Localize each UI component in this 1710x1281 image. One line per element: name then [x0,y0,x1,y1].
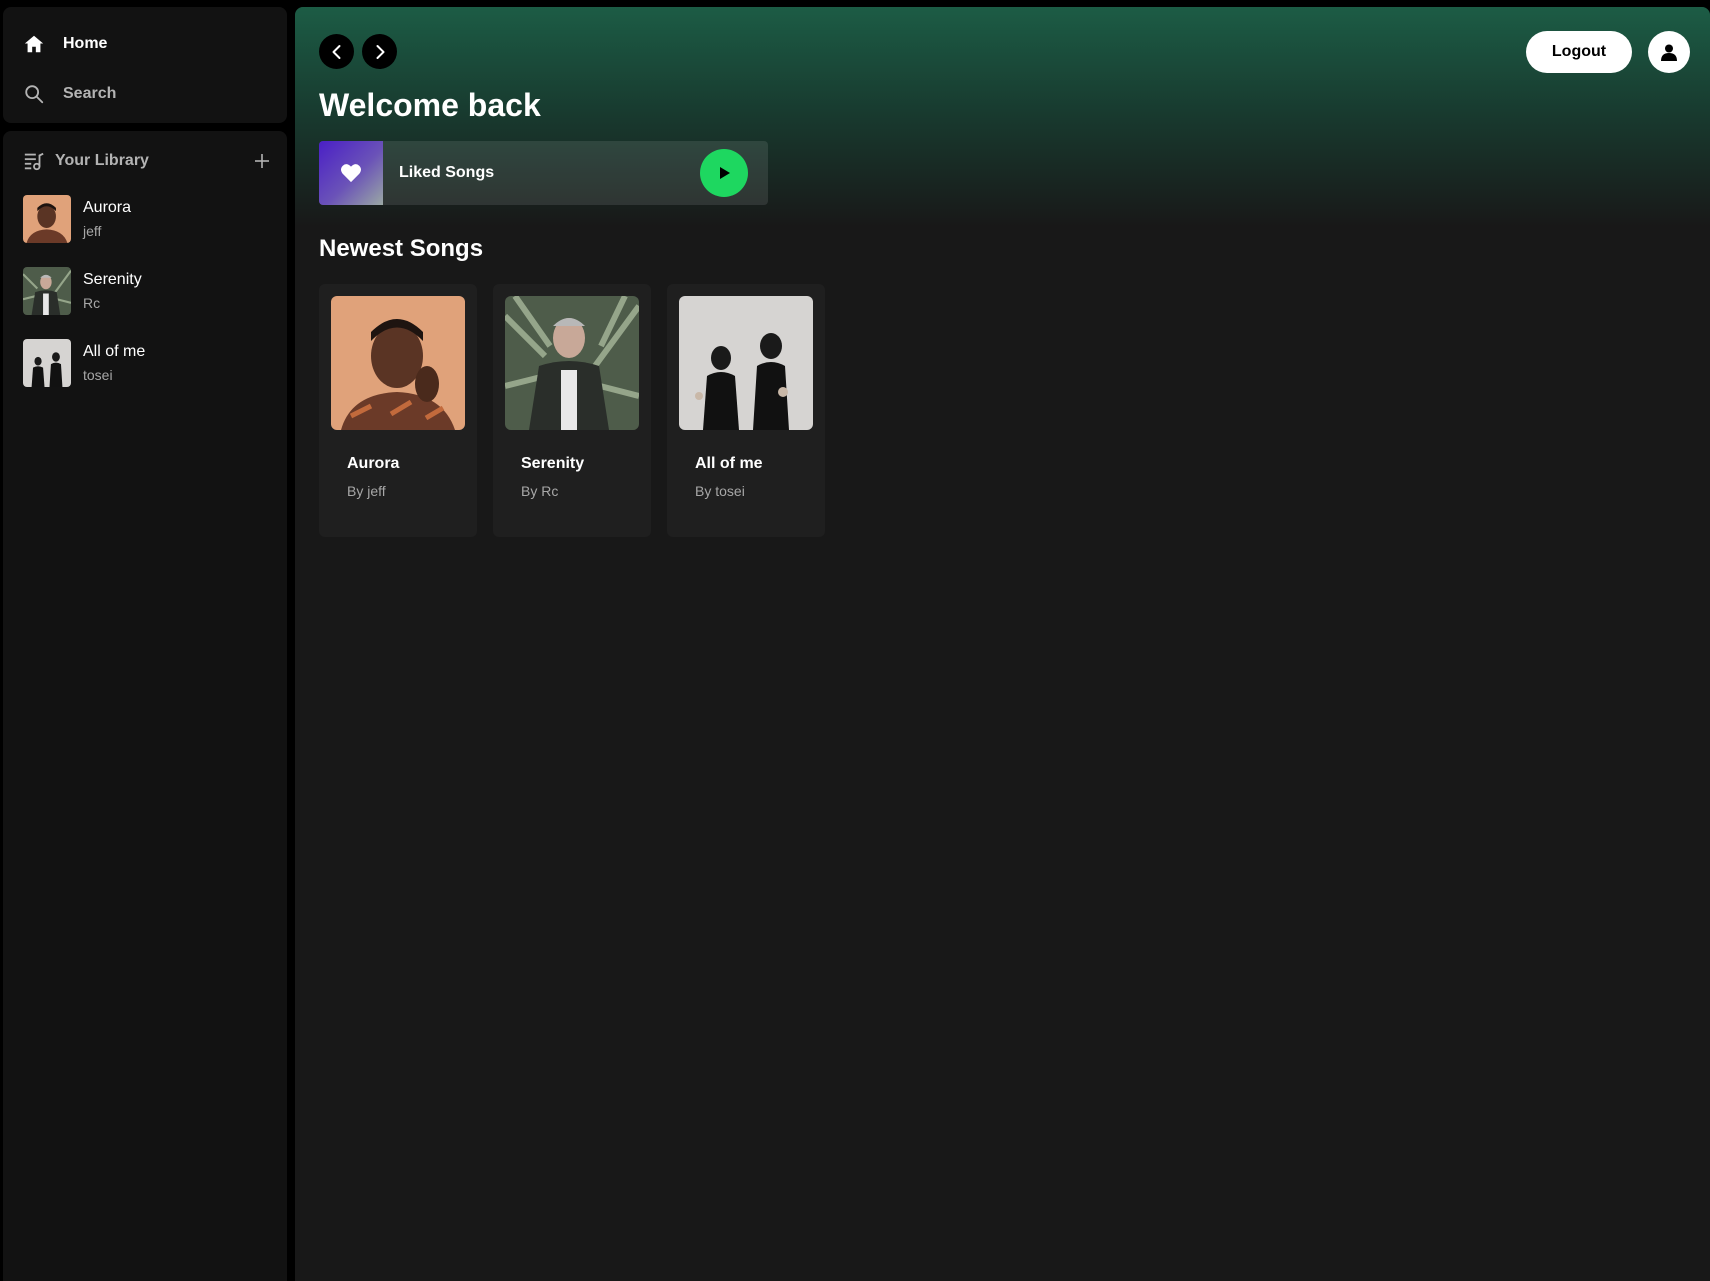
home-icon [23,33,45,55]
song-card-aurora[interactable]: Aurora By jeff [319,284,477,537]
album-art-serenity [505,296,639,430]
liked-songs-art [319,141,383,205]
library-item-artist: Rc [83,295,101,311]
library-header: Your Library [23,147,271,175]
play-button[interactable] [700,149,748,197]
song-name: Serenity [521,455,585,472]
library-item-artist: jeff [83,223,102,239]
library-title[interactable]: Your Library [55,152,149,170]
song-name: Aurora [347,455,400,472]
nav-home[interactable]: Home [23,33,107,55]
library-item-aurora[interactable]: Aurora jeff [23,195,273,243]
library-list: Aurora jeff Serenity Rc All of me tosei [23,195,273,411]
library-panel: Your Library Aurora jeff Serenity Rc All… [3,131,287,1281]
album-art-aurora [23,195,71,243]
liked-songs-label: Liked Songs [399,164,495,181]
back-button[interactable] [319,34,354,69]
chevron-left-icon [329,44,345,60]
album-art-all-of-me [679,296,813,430]
album-art-serenity [23,267,71,315]
heart-icon [340,163,362,183]
song-artist: By tosei [695,483,745,499]
song-artist: By jeff [347,483,386,499]
newest-songs-grid: Aurora By jeff Serenity By Rc All of me … [319,284,825,537]
user-icon [1660,43,1678,61]
liked-songs-card[interactable]: Liked Songs [319,141,768,205]
library-item-name: All of me [83,343,146,360]
song-card-serenity[interactable]: Serenity By Rc [493,284,651,537]
section-title-newest: Newest Songs [319,235,484,262]
chevron-right-icon [372,44,388,60]
search-icon [23,83,45,105]
library-item-all-of-me[interactable]: All of me tosei [23,339,273,387]
song-artist: By Rc [521,483,559,499]
library-item-name: Aurora [83,199,132,216]
main-content: Logout Welcome back Liked Songs Newest S… [295,7,1710,1281]
nav-search[interactable]: Search [23,83,116,105]
song-name: All of me [695,455,763,472]
add-icon[interactable] [253,152,271,170]
sidebar-nav: Home Search [3,7,287,123]
nav-search-label: Search [63,85,117,102]
library-item-serenity[interactable]: Serenity Rc [23,267,273,315]
logout-button[interactable]: Logout [1526,31,1632,73]
page-title: Welcome back [319,87,541,123]
album-art-all-of-me [23,339,71,387]
library-icon [23,150,45,172]
library-item-artist: tosei [83,367,113,383]
forward-button[interactable] [362,34,397,69]
album-art-aurora [331,296,465,430]
song-card-all-of-me[interactable]: All of me By tosei [667,284,825,537]
play-icon [716,165,732,181]
library-item-name: Serenity [83,271,142,288]
nav-home-label: Home [63,35,108,52]
user-profile-button[interactable] [1648,31,1690,73]
